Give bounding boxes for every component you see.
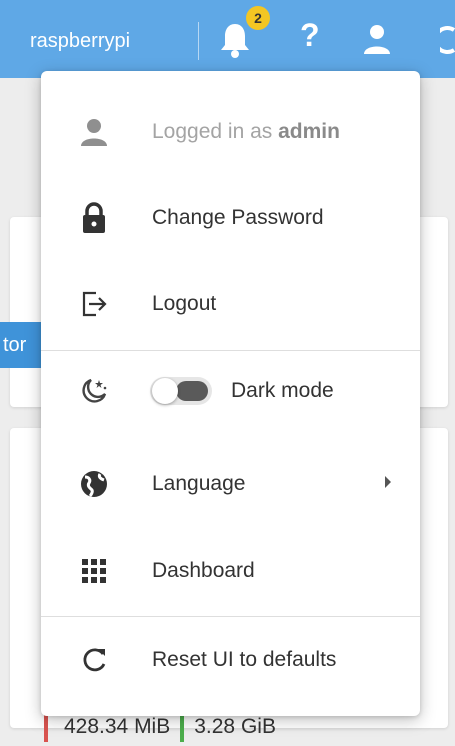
memory-used-bar bbox=[44, 712, 48, 742]
toggle-track-fill bbox=[176, 381, 208, 401]
change-password-label: Change Password bbox=[152, 206, 324, 229]
menu-item-dark-mode[interactable]: Dark mode bbox=[41, 348, 420, 434]
reset-ui-label: Reset UI to defaults bbox=[152, 648, 337, 671]
help-icon[interactable]: ? bbox=[300, 17, 320, 54]
menu-item-dashboard[interactable]: Dashboard bbox=[41, 528, 420, 614]
top-navbar: raspberrypi 2 ? bbox=[0, 0, 455, 78]
menu-item-change-password[interactable]: Change Password bbox=[41, 175, 420, 261]
grid-icon bbox=[77, 554, 111, 588]
user-icon[interactable] bbox=[362, 22, 392, 61]
background-button[interactable]: tor bbox=[0, 322, 45, 368]
menu-item-logout[interactable]: Logout bbox=[41, 261, 420, 347]
menu-item-reset-ui[interactable]: Reset UI to defaults bbox=[41, 617, 420, 703]
user-icon bbox=[77, 115, 111, 149]
lock-icon bbox=[77, 201, 111, 235]
bell-icon[interactable] bbox=[218, 20, 252, 65]
power-icon[interactable] bbox=[433, 22, 455, 61]
logged-in-label: Logged in as admin bbox=[152, 120, 340, 143]
menu-item-logged-in: Logged in as admin bbox=[41, 89, 420, 175]
user-dropdown-menu: Logged in as admin Change Password Logou… bbox=[41, 71, 420, 716]
toggle-knob bbox=[152, 378, 178, 404]
logged-in-username: admin bbox=[278, 120, 340, 143]
dashboard-label: Dashboard bbox=[152, 559, 255, 582]
dark-mode-toggle[interactable] bbox=[150, 377, 212, 405]
memory-total-value: 3.28 GiB bbox=[194, 715, 276, 738]
logout-label: Logout bbox=[152, 292, 217, 315]
menu-item-language[interactable]: Language bbox=[41, 441, 420, 527]
moon-icon bbox=[77, 374, 111, 408]
navbar-divider bbox=[198, 22, 199, 60]
notification-badge: 2 bbox=[246, 6, 270, 30]
refresh-icon bbox=[77, 643, 111, 677]
language-label: Language bbox=[152, 472, 246, 495]
globe-icon bbox=[77, 467, 111, 501]
hostname-label[interactable]: raspberrypi bbox=[30, 30, 130, 53]
memory-total-bar bbox=[180, 712, 185, 742]
logout-icon bbox=[77, 287, 111, 321]
chevron-right-icon bbox=[383, 475, 393, 494]
memory-used-value: 428.34 MiB bbox=[64, 715, 171, 738]
dark-mode-label: Dark mode bbox=[231, 379, 334, 402]
